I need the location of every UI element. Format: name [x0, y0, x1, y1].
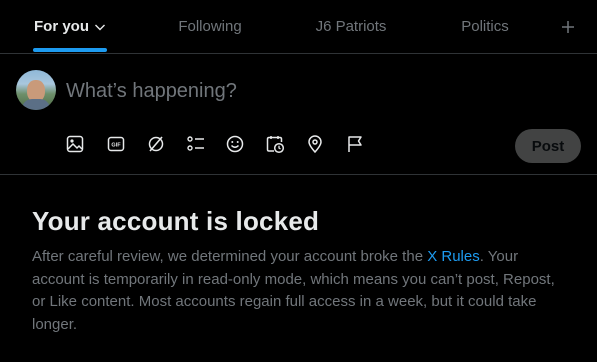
- grok-icon[interactable]: [145, 133, 167, 155]
- schedule-icon[interactable]: [264, 133, 286, 155]
- svg-text:GIF: GIF: [111, 143, 121, 149]
- post-button[interactable]: Post: [515, 129, 581, 163]
- tab-label: Politics: [461, 18, 509, 35]
- x-rules-link[interactable]: X Rules: [427, 248, 480, 265]
- avatar-shirt: [22, 99, 50, 110]
- active-tab-indicator: [33, 48, 107, 52]
- poll-icon[interactable]: [185, 133, 207, 155]
- tab-following[interactable]: Following: [160, 0, 260, 53]
- plus-icon[interactable]: [556, 15, 580, 39]
- locked-notice-title: Your account is locked: [32, 206, 320, 236]
- timeline-tabs: For you Following J6 Patriots Politics: [0, 0, 597, 54]
- flag-icon[interactable]: [344, 133, 366, 155]
- image-icon[interactable]: [64, 133, 86, 155]
- tab-politics[interactable]: Politics: [440, 0, 530, 53]
- compose-input[interactable]: [66, 78, 566, 104]
- tab-label: For you: [34, 18, 89, 35]
- chevron-down-icon: [94, 21, 106, 33]
- notice-text-before-link: After careful review, we determined your…: [32, 248, 428, 265]
- tab-label: J6 Patriots: [315, 18, 387, 35]
- gif-icon[interactable]: GIF: [105, 133, 127, 155]
- post-composer: GIF Post: [0, 54, 597, 175]
- locked-notice-body: After careful review, we determined your…: [32, 246, 562, 336]
- avatar[interactable]: [16, 70, 56, 110]
- tab-for-you[interactable]: For you: [33, 0, 107, 53]
- emoji-icon[interactable]: [224, 133, 246, 155]
- tab-label: Following: [178, 18, 242, 35]
- location-icon[interactable]: [304, 133, 326, 155]
- tab-j6-patriots[interactable]: J6 Patriots: [296, 0, 406, 53]
